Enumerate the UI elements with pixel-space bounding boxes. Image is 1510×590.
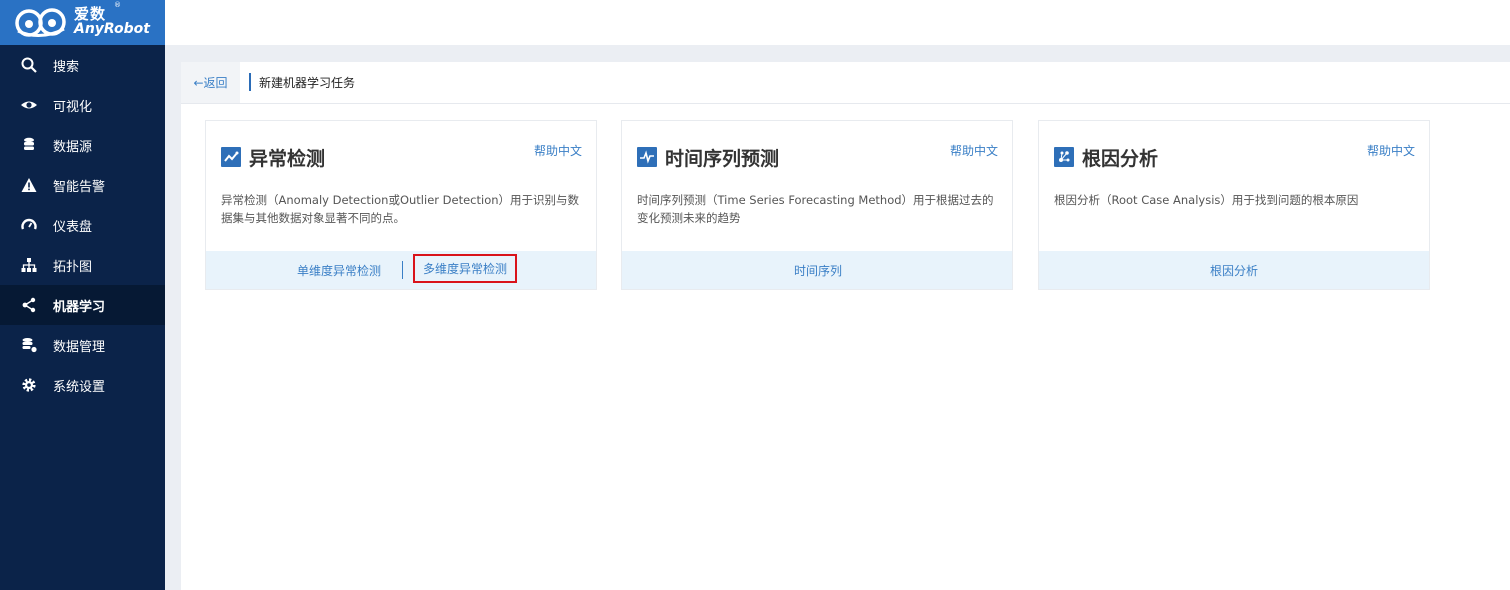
single-dim-anomaly-link[interactable]: 单维度异常检测 [297,262,381,279]
page-title: 新建机器学习任务 [259,76,356,90]
waveform-icon [637,147,657,167]
card-description: 根因分析（Root Case Analysis）用于找到问题的根本原因 [1054,193,1359,207]
topology-icon [21,258,37,272]
root-cause-icon [1054,147,1074,167]
anyrobot-logo-icon [15,8,66,37]
sidebar-item-visualize[interactable]: 可视化 [0,85,165,125]
card-time-series: 时间序列预测 帮助中文 时间序列预测（Time Series Forecasti… [621,120,1013,290]
sidebar-item-topology[interactable]: 拓扑图 [0,245,165,285]
sidebar-item-label: 搜索 [53,60,80,75]
database-icon [24,137,34,150]
brand-name-en: AnyRobot [74,21,150,37]
card-root-cause: 根因分析 帮助中文 根因分析（Root Case Analysis）用于找到问题… [1038,120,1430,290]
sidebar-item-settings[interactable]: 系统设置 [0,365,165,405]
sidebar-item-data-management[interactable]: 数据管理 [0,325,165,365]
help-link[interactable]: 帮助中文 [534,142,582,159]
action-divider [402,261,403,279]
help-link[interactable]: 帮助中文 [1367,142,1415,159]
breadcrumb: ←返回 新建机器学习任务 [181,62,1510,104]
gear-icon [22,378,36,392]
sidebar-item-label: 拓扑图 [53,260,93,275]
trend-chart-icon [221,147,241,167]
search-icon [21,57,37,73]
sidebar-item-search[interactable]: 搜索 [0,45,165,85]
sidebar-item-label: 仪表盘 [53,220,93,235]
sidebar-item-dashboard[interactable]: 仪表盘 [0,205,165,245]
sidebar-item-label: 可视化 [53,100,93,115]
sidebar-item-label: 数据管理 [53,340,106,355]
card-title: 根因分析 [1082,148,1159,170]
breadcrumb-divider [249,73,251,91]
sidebar-item-machine-learning[interactable]: 机器学习 [0,285,165,325]
card-description: 异常检测（Anomaly Detection或Outlier Detection… [221,193,580,225]
root-cause-link[interactable]: 根因分析 [1210,262,1258,279]
top-header [165,0,1510,45]
back-button[interactable]: ←返回 [181,62,240,103]
card-description: 时间序列预测（Time Series Forecasting Method）用于… [637,193,994,225]
time-series-link[interactable]: 时间序列 [794,262,842,279]
card-title: 异常检测 [249,148,326,170]
sidebar-item-label: 数据源 [53,140,93,155]
registered-mark: ® [114,1,121,9]
main-panel: ←返回 新建机器学习任务 异常检测 帮助中文 异常检测（Anomaly Dete… [181,62,1510,590]
sidebar-item-label: 智能告警 [53,180,106,195]
data-manage-icon [22,338,37,353]
eye-icon [21,101,37,109]
multi-dim-anomaly-link[interactable]: 多维度异常检测 [413,254,518,283]
help-link[interactable]: 帮助中文 [950,142,998,159]
sidebar-item-datasource[interactable]: 数据源 [0,125,165,165]
sidebar-item-alerts[interactable]: 智能告警 [0,165,165,205]
card-anomaly-detection: 异常检测 帮助中文 异常检测（Anomaly Detection或Outlier… [205,120,597,290]
gauge-icon [21,218,37,230]
card-title: 时间序列预测 [665,148,780,170]
sidebar-item-label: 机器学习 [53,300,106,315]
warning-icon [21,178,37,192]
card-actions: 根因分析 [1039,251,1429,289]
app-logo[interactable]: 爱数 ® AnyRobot [0,0,165,45]
card-actions: 单维度异常检测 多维度异常检测 [206,251,596,289]
card-actions: 时间序列 [622,251,1012,289]
sidebar-menu: 搜索 可视化 数据源 智能告警 仪表盘 拓扑图 机器学习 数据管理 系统设置 [0,45,165,405]
sidebar-item-label: 系统设置 [53,380,106,395]
sidebar: 爱数 ® AnyRobot 搜索 可视化 数据源 智能告警 仪表盘 拓扑图 机器… [0,0,165,590]
ml-icon [22,297,36,313]
